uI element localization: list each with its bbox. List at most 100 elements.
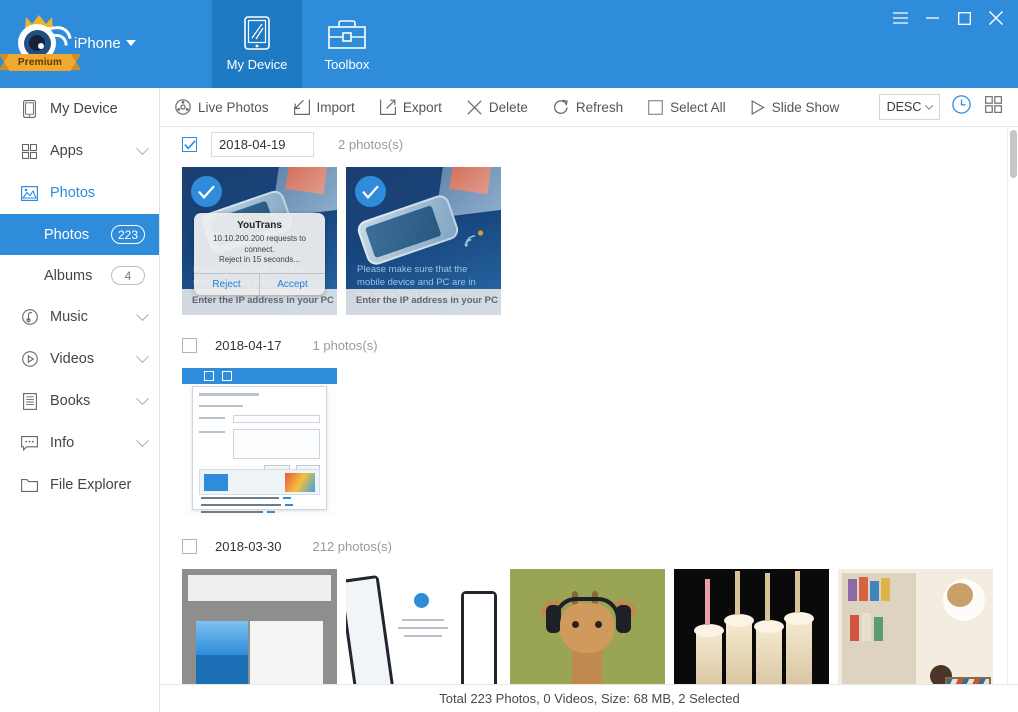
- scrollbar-thumb[interactable]: [1010, 130, 1017, 178]
- minimize-icon[interactable]: [916, 2, 948, 34]
- brand-area: Premium iPhone: [0, 10, 208, 76]
- sidebar-item-file-explorer[interactable]: File Explorer: [0, 464, 159, 506]
- dialog-title: YouTrans: [237, 220, 282, 231]
- select-all-button[interactable]: Select All: [637, 88, 737, 127]
- view-by-time-button[interactable]: [951, 95, 972, 119]
- sidebar-subitem-albums[interactable]: Albums 4: [0, 255, 159, 296]
- sort-order-select[interactable]: DESC: [879, 94, 940, 120]
- thumb-row-2018-04-19: Please make sure that the mobile device …: [161, 161, 1018, 315]
- sidebar-subitem-label: Photos: [44, 226, 90, 243]
- tab-my-device-label: My Device: [226, 57, 288, 72]
- group-checkbox[interactable]: [182, 539, 197, 554]
- sidebar-item-apps[interactable]: Apps: [0, 130, 159, 172]
- photo-thumbnail-license-key-dialog-screenshot[interactable]: [182, 368, 337, 516]
- chevron-down-icon: [136, 349, 149, 363]
- refresh-icon: [553, 99, 569, 115]
- play-icon: [751, 99, 765, 115]
- toolbar-right-group: DESC: [879, 94, 1018, 120]
- chevron-down-icon: [925, 101, 934, 110]
- thumb-footer-text: Enter the IP address in your PC: [192, 295, 334, 306]
- live-photos-button[interactable]: Live Photos: [164, 88, 280, 127]
- photo-thumbnail-cream-drinks-on-black[interactable]: [674, 569, 829, 684]
- status-bar: Total 223 Photos, 0 Videos, Size: 68 MB,…: [161, 684, 1018, 712]
- import-label: Import: [316, 99, 355, 115]
- tab-toolbox-label: Toolbox: [324, 57, 370, 72]
- export-label: Export: [402, 99, 442, 115]
- photos-count-badge: 223: [110, 225, 145, 244]
- application-window: Premium iPhone My Device Toolbox My Devi…: [0, 0, 1018, 712]
- import-button[interactable]: Import: [283, 88, 366, 127]
- toolbar: Live Photos Import Export Delete Refresh: [161, 88, 1018, 127]
- apps-grid-icon: [20, 143, 39, 159]
- delete-button[interactable]: Delete: [456, 88, 539, 127]
- group-date-select[interactable]: 2018-04-19: [211, 132, 314, 157]
- live-photos-label: Live Photos: [198, 99, 269, 115]
- premium-ribbon: Premium: [0, 54, 81, 71]
- dialog-message-line-2: Reject in 15 seconds...: [219, 255, 300, 264]
- thumbnail-check-icon[interactable]: [191, 176, 222, 207]
- folder-icon: [20, 478, 39, 492]
- toolbox-icon: [328, 16, 366, 50]
- info-icon: [20, 435, 39, 451]
- group-photo-count: 2 photos(s): [338, 137, 404, 152]
- dialog-reject-button[interactable]: Reject: [194, 273, 260, 295]
- device-label: iPhone: [74, 34, 121, 52]
- sidebar-subitem-photos[interactable]: Photos 223: [0, 214, 159, 255]
- books-icon: [20, 392, 39, 410]
- delete-label: Delete: [488, 99, 528, 115]
- export-button[interactable]: Export: [369, 88, 453, 127]
- title-bar: Premium iPhone My Device Toolbox: [0, 0, 1018, 88]
- tab-toolbox[interactable]: Toolbox: [302, 0, 392, 88]
- sidebar-item-photos[interactable]: Photos: [0, 172, 159, 214]
- dialog-message-line-1: 10.10.200.200 requests to connect.: [213, 234, 306, 254]
- sidebar-item-info[interactable]: Info: [0, 422, 159, 464]
- menu-icon[interactable]: [884, 2, 916, 34]
- group-date-label: 2018-03-30: [215, 539, 282, 554]
- sidebar-item-books[interactable]: Books: [0, 380, 159, 422]
- dialog-accept-button[interactable]: Accept: [260, 274, 325, 295]
- device-icon: [20, 100, 39, 118]
- chevron-down-icon: [125, 40, 136, 46]
- window-controls: [884, 0, 1012, 36]
- chevron-down-icon: [136, 307, 149, 321]
- photo-thumbnail-youtrans-wifi-instructions[interactable]: Please make sure that the mobile device …: [346, 167, 501, 315]
- delete-icon: [467, 99, 482, 115]
- device-icon: [243, 16, 271, 50]
- albums-count-badge: 4: [111, 266, 145, 285]
- main-tabs: My Device Toolbox: [212, 0, 392, 88]
- photo-thumbnail-child-reading-illustration[interactable]: [838, 569, 993, 684]
- live-photos-icon: [175, 99, 191, 115]
- photo-thumbnail-giraffe-with-headphones[interactable]: [510, 569, 665, 684]
- slide-show-button[interactable]: Slide Show: [740, 88, 851, 127]
- clock-icon: [952, 95, 971, 119]
- sidebar-item-label: Videos: [50, 351, 95, 367]
- maximize-icon[interactable]: [948, 2, 980, 34]
- sidebar-item-videos[interactable]: Videos: [0, 338, 159, 380]
- close-icon[interactable]: [980, 2, 1012, 34]
- tab-my-device[interactable]: My Device: [212, 0, 302, 88]
- import-icon: [293, 99, 310, 115]
- group-header-2018-04-17: 2018-04-17 1 photos(s): [161, 329, 1018, 362]
- thumb-footer-text: Enter the IP address in your PC: [356, 295, 498, 306]
- chevron-down-icon: [136, 433, 149, 447]
- content-scrollbar[interactable]: [1007, 128, 1018, 684]
- sidebar-item-music[interactable]: Music: [0, 296, 159, 338]
- device-selector[interactable]: iPhone: [74, 35, 136, 52]
- thumbnail-check-icon[interactable]: [355, 176, 386, 207]
- view-grid-button[interactable]: [983, 95, 1004, 118]
- export-icon: [379, 99, 396, 115]
- group-checkbox[interactable]: [182, 338, 197, 353]
- group-checkbox[interactable]: [182, 137, 197, 152]
- slide-show-label: Slide Show: [771, 99, 840, 115]
- photo-grid-area: 2018-04-19 2 photos(s) Please make sure …: [161, 128, 1018, 684]
- photo-thumbnail-youtrans-connect-request[interactable]: Please make sure that the mobile device …: [182, 167, 337, 315]
- sidebar-item-label: Apps: [50, 143, 84, 159]
- thumb-row-2018-03-30: [161, 563, 1018, 684]
- sidebar-item-label: File Explorer: [50, 477, 132, 493]
- sidebar-item-my-device[interactable]: My Device: [0, 88, 159, 130]
- photos-icon: [20, 185, 39, 201]
- refresh-button[interactable]: Refresh: [542, 88, 634, 127]
- photo-thumbnail-smartphone-app-page[interactable]: [346, 569, 501, 684]
- photo-thumbnail-brochure-document[interactable]: [182, 569, 337, 684]
- sidebar-item-label: Info: [50, 435, 75, 451]
